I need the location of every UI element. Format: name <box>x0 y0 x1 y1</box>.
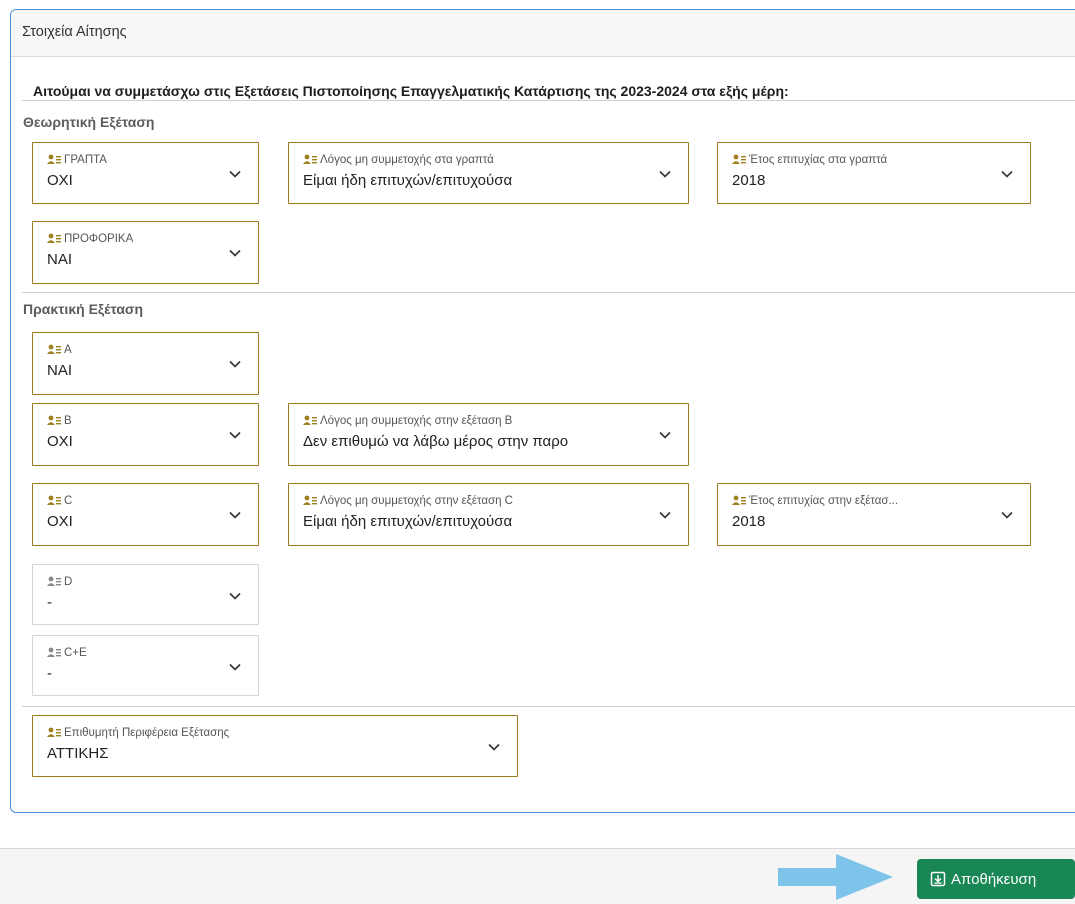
field-label: ΓΡΑΠΤΑ <box>64 154 107 166</box>
save-button-label: Αποθήκευση <box>951 870 1037 888</box>
field-label: Έτος επιτυχίας στην εξέτασ... <box>749 495 899 507</box>
field-value: - <box>47 594 52 611</box>
exam-c-year-select[interactable]: Έτος επιτυχίας στην εξέτασ... 2018 <box>717 483 1031 546</box>
field-label: B <box>64 415 72 427</box>
exam-a-select[interactable]: A ΝΑΙ <box>32 332 259 395</box>
exam-b-reason-select[interactable]: Λόγος μη συμμετοχής στην εξέταση B Δεν ε… <box>288 403 689 466</box>
written-reason-select[interactable]: Λόγος μη συμμετοχής στα γραπτά Είμαι ήδη… <box>288 142 689 204</box>
exam-b-select[interactable]: B ΟΧΙ <box>32 403 259 466</box>
user-list-icon <box>47 233 61 243</box>
field-value: Δεν επιθυμώ να λάβω μέρος στην παρο <box>303 433 569 450</box>
field-label: Λόγος μη συμμετοχής στην εξέταση B <box>320 415 513 427</box>
divider <box>22 292 1075 293</box>
field-value: Είμαι ήδη επιτυχών/επιτυχούσα <box>303 172 513 189</box>
user-list-icon <box>732 495 746 505</box>
user-list-icon <box>303 495 317 505</box>
chevron-down-icon <box>229 511 241 519</box>
chevron-down-icon <box>229 360 241 368</box>
footer-bar <box>0 849 1075 904</box>
field-value: ΝΑΙ <box>47 362 73 379</box>
arrow-right-icon <box>778 854 893 900</box>
field-label: Επιθυμητή Περιφέρεια Εξέτασης <box>64 727 230 739</box>
card-header: Στοιχεία Αίτησης <box>11 10 1075 57</box>
user-list-icon <box>47 647 61 657</box>
field-value: Είμαι ήδη επιτυχών/επιτυχούσα <box>303 513 513 530</box>
chevron-down-icon <box>229 249 241 257</box>
user-list-icon <box>47 495 61 505</box>
written-exam-select[interactable]: ΓΡΑΠΤΑ ΟΧΙ <box>32 142 259 204</box>
chevron-down-icon <box>659 170 671 178</box>
field-label: D <box>64 576 73 588</box>
user-list-icon <box>47 576 61 586</box>
chevron-down-icon <box>229 431 241 439</box>
field-value: ΝΑΙ <box>47 251 73 268</box>
field-value: - <box>47 665 52 682</box>
field-label: C+E <box>64 647 87 659</box>
oral-exam-select[interactable]: ΠΡΟΦΟΡΙΚΑ ΝΑΙ <box>32 221 259 284</box>
user-list-icon <box>732 154 746 164</box>
user-list-icon <box>47 154 61 164</box>
field-label: Λόγος μη συμμετοχής στην εξέταση C <box>320 495 513 507</box>
chevron-down-icon <box>229 663 241 671</box>
exam-c-reason-select[interactable]: Λόγος μη συμμετοχής στην εξέταση C Είμαι… <box>288 483 689 546</box>
user-list-icon <box>47 415 61 425</box>
field-value: ΟΧΙ <box>47 513 73 530</box>
exam-ce-select[interactable]: C+E - <box>32 635 259 696</box>
field-label: C <box>64 495 73 507</box>
field-label: ΠΡΟΦΟΡΙΚΑ <box>64 233 134 245</box>
field-label: Έτος επιτυχίας στα γραπτά <box>749 154 888 166</box>
exam-region-select[interactable]: Επιθυμητή Περιφέρεια Εξέτασης ΑΤΤΙΚΗΣ <box>32 715 518 777</box>
theory-section-title: Θεωρητική Εξέταση <box>23 114 155 130</box>
field-value: ΟΧΙ <box>47 172 73 189</box>
chevron-down-icon <box>1001 170 1013 178</box>
chevron-down-icon <box>229 170 241 178</box>
chevron-down-icon <box>659 511 671 519</box>
exam-c-select[interactable]: C ΟΧΙ <box>32 483 259 546</box>
field-label: A <box>64 344 72 356</box>
chevron-down-icon <box>1001 511 1013 519</box>
exam-d-select[interactable]: D - <box>32 564 259 625</box>
field-value: 2018 <box>732 172 766 189</box>
field-value: 2018 <box>732 513 766 530</box>
chevron-down-icon <box>229 592 241 600</box>
divider <box>22 100 1075 101</box>
request-statement: Αιτούμαι να συμμετάσχω στις Εξετάσεις Πι… <box>33 83 789 99</box>
chevron-down-icon <box>488 743 500 751</box>
field-value: ΟΧΙ <box>47 433 73 450</box>
practical-section-title: Πρακτική Εξέταση <box>23 301 144 317</box>
user-list-icon <box>303 415 317 425</box>
divider <box>22 706 1075 707</box>
written-year-select[interactable]: Έτος επιτυχίας στα γραπτά 2018 <box>717 142 1031 204</box>
save-button[interactable]: Αποθήκευση <box>917 859 1075 899</box>
save-icon <box>930 871 946 886</box>
field-label: Λόγος μη συμμετοχής στα γραπτά <box>320 154 494 166</box>
chevron-down-icon <box>659 431 671 439</box>
field-value: ΑΤΤΙΚΗΣ <box>47 745 109 762</box>
user-list-icon <box>303 154 317 164</box>
user-list-icon <box>47 727 61 737</box>
user-list-icon <box>47 344 61 354</box>
